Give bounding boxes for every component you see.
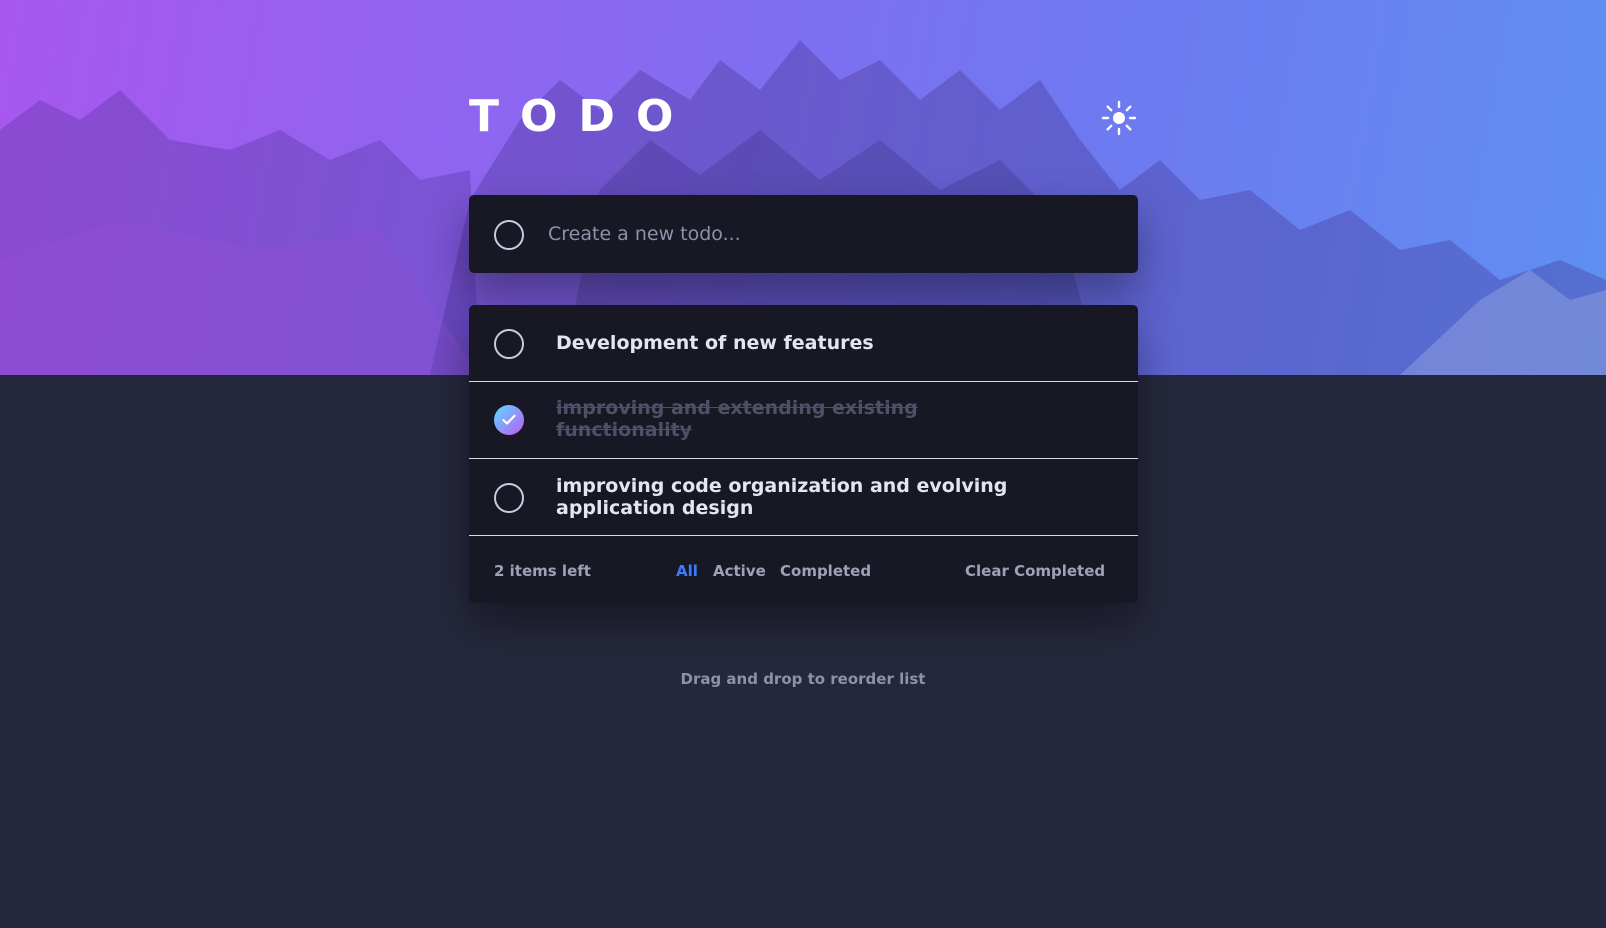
new-todo-input[interactable]: [548, 215, 1108, 253]
checkmark-icon: [502, 414, 516, 425]
items-left-count: 2 items left: [494, 562, 591, 580]
todo-item[interactable]: Development of new features: [469, 305, 1138, 382]
todo-text: improving and extending existing functio…: [556, 397, 918, 441]
app-title: TODO: [469, 91, 695, 142]
todo-checkbox-checked[interactable]: [494, 405, 524, 435]
new-todo-form: [469, 195, 1138, 273]
todo-item[interactable]: improving code organization and evolving…: [469, 459, 1138, 536]
todo-list: Development of new features improving an…: [469, 305, 1138, 603]
todo-footer: 2 items left All Active Completed Clear …: [469, 539, 1138, 603]
clear-completed-button[interactable]: Clear Completed: [965, 562, 1105, 580]
todo-checkbox[interactable]: [494, 483, 524, 513]
todo-item[interactable]: improving and extending existing functio…: [469, 382, 1138, 459]
todo-text: improving code organization and evolving…: [556, 475, 1008, 519]
theme-toggle-button[interactable]: [1101, 100, 1137, 136]
todo-checkbox[interactable]: [494, 329, 524, 359]
new-todo-checkbox[interactable]: [494, 220, 524, 250]
filter-all[interactable]: All: [676, 562, 698, 580]
filter-active[interactable]: Active: [713, 562, 766, 580]
sun-icon: [1101, 100, 1137, 136]
todo-text: Development of new features: [556, 332, 874, 354]
drag-drop-hint: Drag and drop to reorder list: [680, 670, 926, 688]
filter-completed[interactable]: Completed: [780, 562, 871, 580]
